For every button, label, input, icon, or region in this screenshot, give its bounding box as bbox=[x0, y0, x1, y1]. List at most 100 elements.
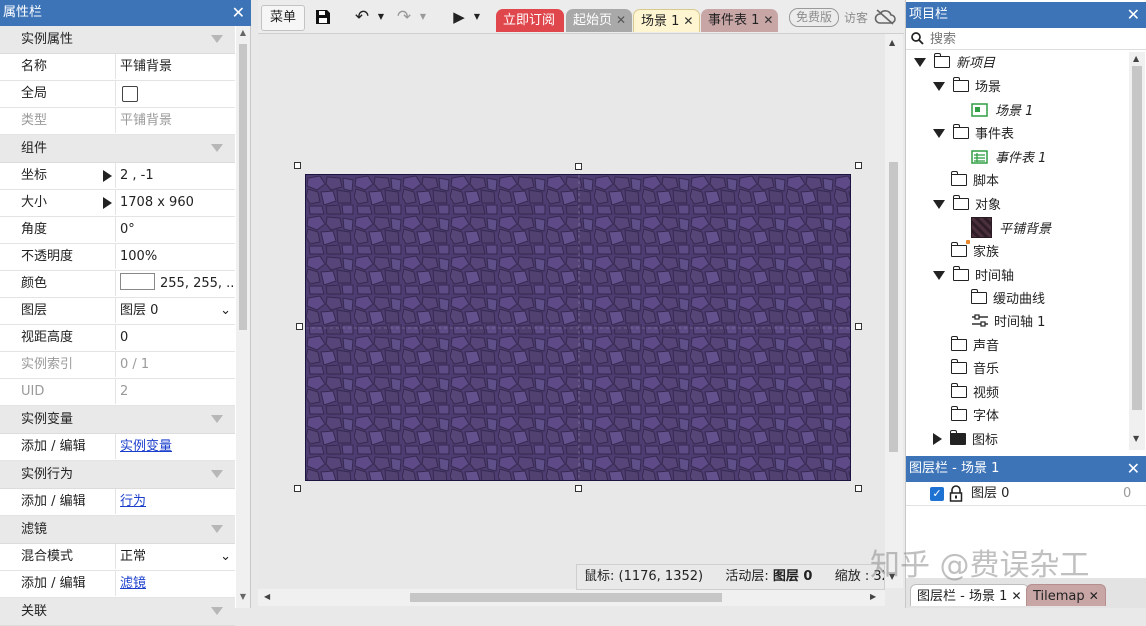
filters-link[interactable]: 滤镜 bbox=[120, 571, 235, 597]
tree-item-objects[interactable]: 对象 bbox=[933, 194, 1001, 217]
prop-value[interactable]: 0° bbox=[120, 217, 235, 243]
collapse-arrow-icon[interactable] bbox=[914, 58, 926, 67]
prop-row-angle[interactable]: 角度 0° bbox=[0, 217, 235, 244]
tree-item-sounds[interactable]: 声音 bbox=[950, 335, 999, 358]
prop-row-layer[interactable]: 图层 图层 0 ⌄ bbox=[0, 298, 235, 325]
tree-item-icons[interactable]: 图标 bbox=[933, 429, 998, 450]
tree-item-scenes[interactable]: 场景 bbox=[933, 76, 1001, 99]
tab-tilemap[interactable]: Tilemap ✕ bbox=[1026, 584, 1106, 606]
tree-item-music[interactable]: 音乐 bbox=[950, 358, 999, 381]
collapse-arrow-icon[interactable] bbox=[933, 82, 945, 91]
tree-item-eventsheet-1[interactable]: 事件表 1 bbox=[971, 147, 1046, 170]
section-filters[interactable]: 滤镜 bbox=[0, 516, 235, 544]
close-icon[interactable]: ✕ bbox=[232, 0, 245, 26]
prop-row-zelevation[interactable]: 视距高度 0 bbox=[0, 325, 235, 352]
tree-item-easing[interactable]: 缓动曲线 bbox=[970, 288, 1045, 311]
collapse-arrow-icon[interactable] bbox=[933, 271, 945, 280]
tree-item-root[interactable]: 新项目 bbox=[914, 52, 995, 75]
tab-scene-1[interactable]: 场景 1 ✕ bbox=[633, 9, 700, 32]
chevron-down-icon[interactable] bbox=[211, 525, 223, 533]
prop-value[interactable]: 0 bbox=[120, 325, 235, 351]
prop-value[interactable]: 平铺背景 bbox=[120, 54, 235, 80]
prop-value[interactable]: 100% bbox=[120, 244, 235, 270]
prop-row-blend[interactable]: 混合模式 正常 ⌄ bbox=[0, 544, 235, 571]
tree-item-timelines[interactable]: 时间轴 bbox=[933, 265, 1014, 288]
guest-label[interactable]: 访客 bbox=[844, 9, 868, 28]
close-tab-icon[interactable]: ✕ bbox=[616, 13, 626, 27]
prop-row-color[interactable]: 颜色 255, 255, ... bbox=[0, 271, 235, 298]
resize-handle-left[interactable] bbox=[296, 323, 303, 330]
close-tab-icon[interactable]: ✕ bbox=[1089, 589, 1099, 603]
scroll-right-icon[interactable]: ▶ bbox=[870, 592, 876, 601]
resize-handle-top[interactable] bbox=[575, 163, 582, 170]
tree-item-families[interactable]: 家族 bbox=[950, 240, 999, 264]
layer-row[interactable]: ✓ 图层 0 0 bbox=[906, 482, 1146, 506]
prop-row-name[interactable]: 名称 平铺背景 bbox=[0, 54, 235, 81]
prop-row-vars-edit[interactable]: 添加 / 编辑 实例变量 bbox=[0, 434, 235, 461]
free-edition-badge[interactable]: 免费版 bbox=[789, 8, 839, 27]
prop-row-opacity[interactable]: 不透明度 100% bbox=[0, 244, 235, 271]
viewport-vscrollbar[interactable]: ▲ ▼ bbox=[885, 34, 903, 588]
tab-subscribe[interactable]: 立即订阅 bbox=[496, 9, 564, 32]
prop-value[interactable]: 2 , -1 bbox=[120, 163, 235, 189]
section-components[interactable]: 组件 bbox=[0, 135, 235, 163]
prop-row-filters-edit[interactable]: 添加 / 编辑 滤镜 bbox=[0, 571, 235, 598]
layer-select[interactable]: 图层 0 ⌄ bbox=[120, 298, 235, 324]
section-instance-vars[interactable]: 实例变量 bbox=[0, 406, 235, 434]
resize-handle-bottom-right[interactable] bbox=[855, 485, 862, 492]
chevron-down-icon[interactable] bbox=[211, 35, 223, 43]
section-related[interactable]: 关联 bbox=[0, 598, 235, 626]
tree-item-videos[interactable]: 视频 bbox=[950, 382, 999, 405]
scrollbar-thumb[interactable] bbox=[239, 44, 247, 330]
close-tab-icon[interactable]: ✕ bbox=[1012, 589, 1022, 603]
expand-arrow-icon[interactable] bbox=[933, 433, 942, 445]
prop-row-global[interactable]: 全局 bbox=[0, 81, 235, 108]
tree-item-eventsheets[interactable]: 事件表 bbox=[933, 123, 1014, 146]
undo-dropdown-icon[interactable]: ▼ bbox=[376, 5, 386, 29]
tree-item-scripts[interactable]: 脚本 bbox=[950, 170, 999, 193]
prop-row-size[interactable]: 大小 1708 x 960 bbox=[0, 190, 235, 217]
scrollbar-thumb[interactable] bbox=[410, 593, 722, 602]
layout-viewport[interactable] bbox=[258, 34, 885, 588]
scrollbar-thumb[interactable] bbox=[889, 162, 898, 452]
expand-arrow-icon[interactable] bbox=[103, 197, 112, 209]
resize-handle-bottom-left[interactable] bbox=[294, 485, 301, 492]
tree-item-tiled-background[interactable]: 平铺背景 bbox=[971, 217, 1051, 240]
tiled-background-instance[interactable] bbox=[305, 174, 851, 481]
tab-eventsheet-1[interactable]: 事件表 1 ✕ bbox=[701, 9, 778, 32]
resize-handle-top-right[interactable] bbox=[855, 162, 862, 169]
section-instance-props[interactable]: 实例属性 bbox=[0, 26, 235, 54]
scroll-up-icon[interactable]: ▲ bbox=[889, 38, 895, 47]
chevron-down-icon[interactable] bbox=[211, 144, 223, 152]
viewport-hscrollbar[interactable]: ◀ ▶ bbox=[258, 589, 885, 606]
lock-icon[interactable] bbox=[949, 485, 963, 502]
project-search[interactable] bbox=[906, 28, 1146, 50]
expand-arrow-icon[interactable] bbox=[103, 170, 112, 182]
scroll-up-icon[interactable]: ▲ bbox=[238, 28, 248, 38]
resize-handle-right[interactable] bbox=[855, 323, 862, 330]
tree-item-scene-1[interactable]: 场景 1 bbox=[971, 100, 1033, 123]
redo-dropdown-icon[interactable]: ▼ bbox=[418, 5, 428, 29]
scroll-down-icon[interactable]: ▼ bbox=[238, 592, 248, 602]
menu-button[interactable]: 菜单 bbox=[261, 5, 305, 31]
redo-icon[interactable]: ↷ bbox=[394, 5, 414, 29]
prop-row-behaviors-edit[interactable]: 添加 / 编辑 行为 bbox=[0, 489, 235, 516]
prop-value[interactable]: 1708 x 960 bbox=[120, 190, 235, 216]
close-tab-icon[interactable]: ✕ bbox=[683, 14, 693, 28]
project-tree-scrollbar[interactable]: ▲ ▼ bbox=[1129, 52, 1145, 450]
blend-select[interactable]: 正常 ⌄ bbox=[120, 544, 235, 570]
tab-start-page[interactable]: 起始页 ✕ bbox=[566, 9, 632, 32]
scroll-up-icon[interactable]: ▲ bbox=[1133, 54, 1139, 63]
instance-vars-link[interactable]: 实例变量 bbox=[120, 434, 235, 460]
close-icon[interactable]: ✕ bbox=[1127, 2, 1140, 28]
color-swatch[interactable] bbox=[120, 273, 155, 290]
chevron-down-icon[interactable] bbox=[211, 470, 223, 478]
resize-handle-bottom[interactable] bbox=[575, 485, 582, 492]
play-dropdown-icon[interactable]: ▼ bbox=[472, 5, 482, 29]
behaviors-link[interactable]: 行为 bbox=[120, 489, 235, 515]
cloud-offline-icon[interactable] bbox=[874, 9, 898, 27]
resize-handle-top-left[interactable] bbox=[294, 162, 301, 169]
tree-item-timeline-1[interactable]: 时间轴 1 bbox=[971, 311, 1045, 334]
close-icon[interactable]: ✕ bbox=[1127, 456, 1140, 482]
collapse-arrow-icon[interactable] bbox=[933, 129, 945, 138]
